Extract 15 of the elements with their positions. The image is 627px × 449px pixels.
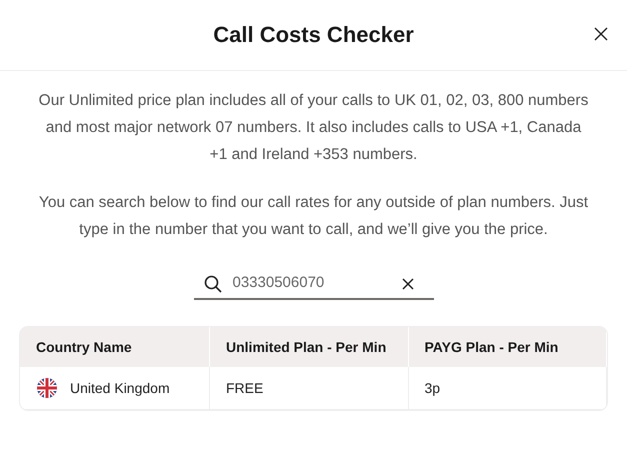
close-icon: [594, 27, 608, 41]
column-header: PAYG Plan - Per Min: [408, 327, 607, 367]
info-paragraph: Our Unlimited price plan includes all of your calls to UK 01, 02, 03, 800 numbers and most major network 07 numbers. It also includes calls to USA +1, Canada +1 and Ireland +353 numbers.: [38, 91, 590, 165]
column-header: Country Name: [20, 327, 210, 367]
info-paragraph: You can search below to find our call rates for any outside of plan numbers. Just type in the number that you want to call, and we’ll give you the price.: [38, 193, 590, 240]
search-icon: [204, 275, 222, 293]
table-cell: FREE: [226, 380, 264, 396]
flag-icon: [36, 377, 58, 399]
clear-button[interactable]: [400, 276, 416, 292]
column-header: Unlimited Plan - Per Min: [210, 327, 408, 367]
table-cell: 3p: [424, 380, 440, 396]
dialog-title: Call Costs Checker: [213, 22, 414, 48]
table-cell: United Kingdom: [70, 380, 170, 396]
search-field[interactable]: 03330506070: [194, 267, 434, 300]
clear-icon: [400, 276, 416, 292]
